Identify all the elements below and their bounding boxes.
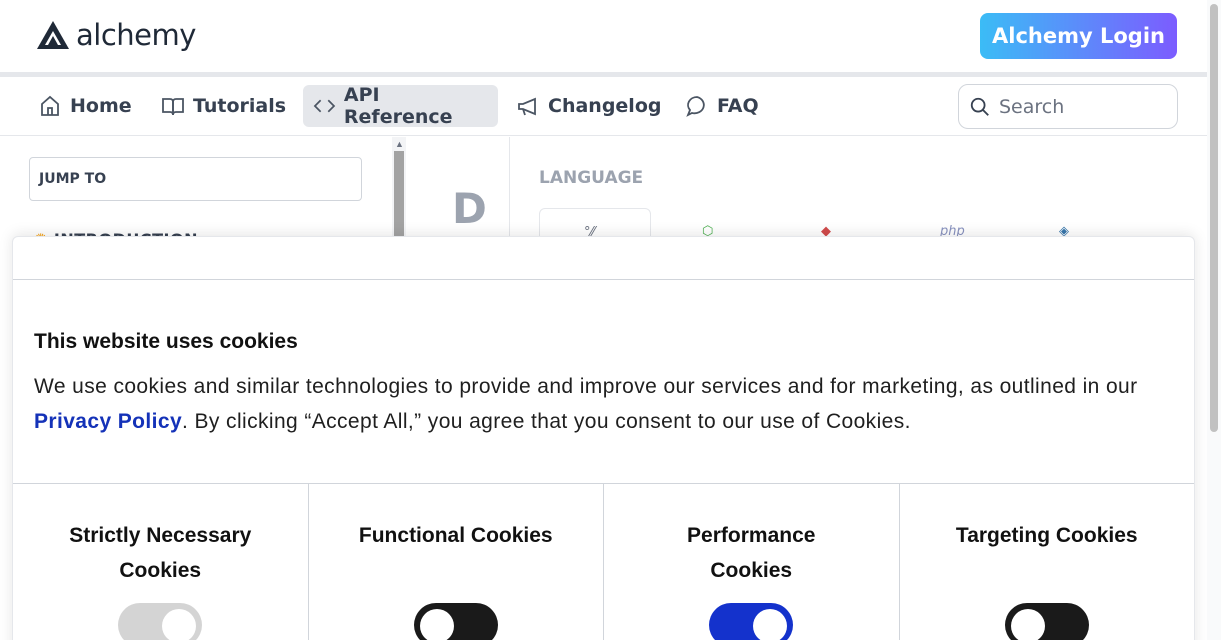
section-letter: D [452, 184, 487, 233]
nav-changelog[interactable]: Changelog [506, 85, 671, 127]
nav-faq-label: FAQ [717, 95, 759, 117]
cookie-category-strictly-necessary: Strictly Necessary Cookies [13, 484, 309, 640]
chat-bubble-icon [686, 96, 705, 117]
search-icon [970, 97, 989, 116]
strictly-necessary-toggle [118, 603, 203, 640]
nav-tutorials[interactable]: Tutorials [151, 85, 296, 127]
search-input[interactable]: Search [958, 84, 1178, 129]
home-icon [41, 95, 59, 116]
description-text-end: . By clicking “Accept All,” you agree th… [182, 410, 911, 433]
top-header: alchemy Alchemy Login [0, 0, 1207, 72]
megaphone-icon [518, 97, 536, 116]
targeting-cookies-toggle[interactable] [1004, 603, 1089, 640]
language-label: LANGUAGE [539, 168, 644, 188]
nav-changelog-label: Changelog [548, 95, 662, 117]
cookie-dialog-description: We use cookies and similar technologies … [34, 369, 1184, 439]
category-title: Performance Cookies [687, 524, 816, 582]
jump-to-input[interactable]: JUMP TO [29, 157, 362, 201]
description-text-start: We use cookies and similar technologies … [34, 375, 1138, 398]
toggle-knob [419, 609, 454, 640]
cookie-category-functional: Functional Cookies [309, 484, 604, 640]
toggle-knob [1010, 609, 1045, 640]
toggle-knob [753, 609, 788, 640]
cookie-dialog-title: This website uses cookies [34, 330, 298, 353]
alchemy-logo[interactable]: alchemy [36, 18, 196, 52]
cookie-category-targeting: Targeting Cookies [900, 484, 1195, 640]
book-icon [162, 98, 184, 116]
logo-text: alchemy [76, 18, 196, 52]
privacy-policy-link[interactable]: Privacy Policy [34, 410, 182, 433]
cookie-consent-dialog: This website uses cookies We use cookies… [12, 236, 1195, 640]
alchemy-logo-icon [37, 21, 69, 49]
scroll-up-arrow-icon[interactable]: ▲ [395, 139, 404, 149]
code-icon [313, 99, 336, 113]
nav-tutorials-label: Tutorials [193, 95, 287, 117]
alchemy-login-button[interactable]: Alchemy Login [980, 13, 1177, 59]
performance-cookies-toggle[interactable] [709, 603, 794, 640]
nav-home-label: Home [70, 95, 132, 117]
category-title: Targeting Cookies [955, 524, 1138, 547]
nav-home[interactable]: Home [28, 85, 142, 127]
nav-api-reference-label: API Reference [343, 84, 453, 128]
toggle-knob [162, 609, 197, 640]
dialog-top-divider [13, 279, 1194, 280]
cookie-categories: Strictly Necessary Cookies Functional Co… [13, 483, 1194, 640]
nav-api-reference[interactable]: API Reference [303, 84, 498, 128]
main-nav: Home Tutorials API Reference Changelog F… [0, 77, 1207, 136]
page-scroll-thumb[interactable] [1210, 4, 1218, 432]
page-scrollbar[interactable] [1207, 0, 1221, 640]
cookie-category-performance: Performance Cookies [604, 484, 900, 640]
search-placeholder: Search [999, 95, 1065, 118]
nav-faq[interactable]: FAQ [675, 85, 769, 127]
category-title: Strictly Necessary Cookies [69, 524, 252, 582]
category-title: Functional Cookies [358, 524, 553, 547]
functional-cookies-toggle[interactable] [413, 603, 498, 640]
